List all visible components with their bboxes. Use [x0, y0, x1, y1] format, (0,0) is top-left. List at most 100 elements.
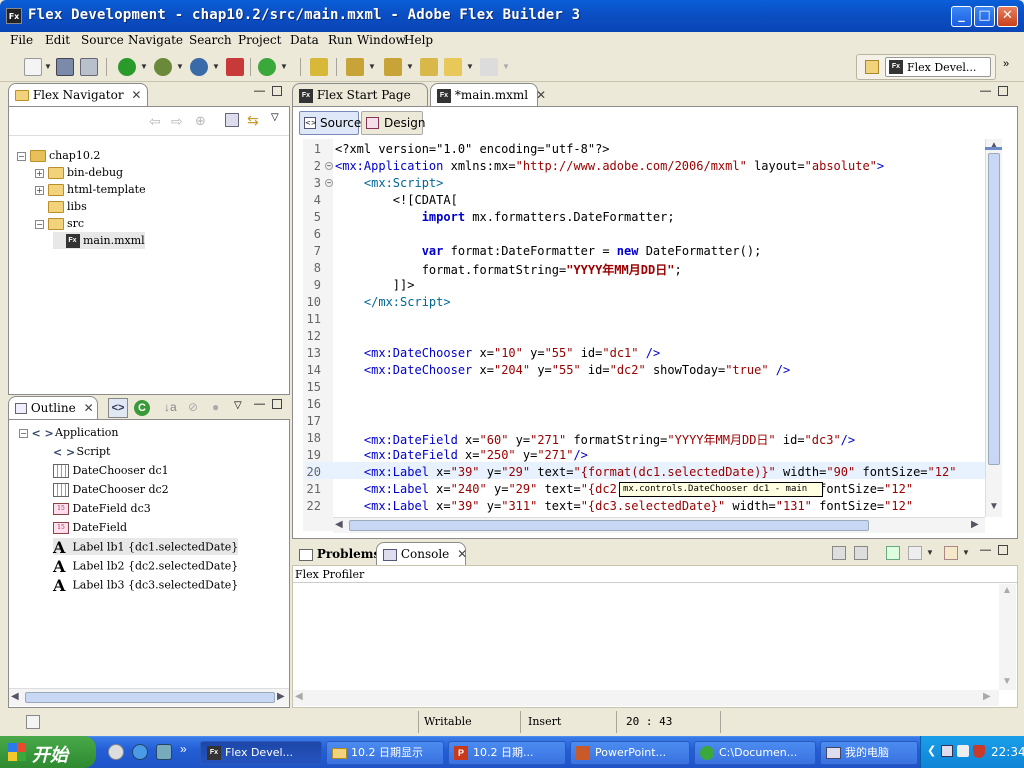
debug-icon[interactable] [154, 58, 172, 76]
scroll-right-icon[interactable]: ▶ [277, 691, 285, 702]
pin-console-icon[interactable] [886, 546, 900, 560]
scroll-left-icon[interactable]: ◀ [295, 691, 303, 702]
open-perspective-icon[interactable] [865, 60, 879, 74]
volume-icon[interactable] [957, 745, 969, 757]
close-icon[interactable]: ✕ [131, 88, 141, 102]
outline-item[interactable]: A Label lb2 {dc2.selectedDate} [53, 557, 238, 576]
new-icon[interactable] [24, 58, 42, 76]
scroll-left-icon[interactable]: ◀ [11, 691, 19, 702]
chevron-down-icon[interactable]: ▼ [176, 62, 184, 71]
sort-icon[interactable]: ↓a [164, 400, 177, 414]
scroll-down-icon[interactable]: ▼ [1002, 676, 1012, 687]
chevron-down-icon[interactable]: ▼ [926, 548, 934, 557]
perspective-flex-development[interactable]: Fx Flex Devel... [885, 57, 991, 77]
outline-item[interactable]: − < > Application [19, 424, 118, 441]
up-icon[interactable]: ⊕ [195, 113, 206, 129]
navigator-item[interactable]: + html-template [35, 181, 146, 198]
forward-arrow-icon[interactable]: ⇨ [171, 113, 183, 130]
scroll-thumb[interactable] [349, 520, 869, 531]
navigator-item[interactable]: − chap10.2 [17, 147, 100, 164]
minimize-view-icon[interactable]: — [254, 85, 265, 97]
tab-problems[interactable]: Problems [292, 542, 380, 565]
prev-annotation-icon[interactable] [384, 58, 402, 76]
menu-run[interactable]: Run [328, 33, 353, 47]
chevron-right-icon[interactable]: » [1003, 58, 1009, 70]
task-documents[interactable]: C:\Documen... [694, 741, 816, 765]
hide-static-icon[interactable]: ● [212, 400, 219, 414]
export-icon[interactable] [226, 58, 244, 76]
back-icon[interactable] [444, 58, 462, 76]
code-line[interactable]: <mx:DateChooser x="10" y="55" id="dc1" /… [335, 346, 660, 360]
outline-item[interactable]: A Label lb1 {dc1.selectedDate} [53, 538, 239, 557]
code-line[interactable]: <![CDATA[ [335, 193, 458, 207]
chevron-down-icon[interactable]: ▼ [212, 62, 220, 71]
chevron-down-icon[interactable]: ▼ [140, 62, 148, 71]
chevron-down-icon[interactable]: ▼ [406, 62, 414, 71]
menu-project[interactable]: Project [238, 33, 281, 47]
outline-item[interactable]: A Label lb3 {dc3.selectedDate} [53, 576, 238, 595]
minimize-button[interactable]: _ [951, 6, 972, 27]
tag-view-icon[interactable]: <> [108, 398, 128, 418]
task-powerpoint-doc[interactable]: P 10.2 日期... [448, 741, 566, 765]
code-line[interactable]: <mx:Application xmlns:mx="http://www.ado… [335, 159, 884, 173]
chevron-right-icon[interactable]: » [180, 742, 187, 756]
print-icon[interactable] [80, 58, 98, 76]
scroll-lock-icon[interactable] [854, 546, 868, 560]
close-icon[interactable]: ✕ [536, 88, 546, 102]
scroll-up-icon[interactable]: ▲ [1002, 585, 1012, 596]
menu-data[interactable]: Data [290, 33, 319, 47]
shield-icon[interactable] [973, 745, 985, 758]
tab-main-mxml[interactable]: Fx *main.mxml ✕ [430, 83, 546, 106]
menu-window[interactable]: Window [357, 33, 406, 47]
open-console-icon[interactable] [944, 546, 958, 560]
menu-navigate[interactable]: Navigate [128, 33, 183, 47]
code-line[interactable]: <mx:DateField x="250" y="271"/> [335, 448, 588, 462]
menu-source[interactable]: Source [81, 33, 124, 47]
refresh-icon[interactable]: C [134, 400, 150, 416]
outline-item[interactable]: 15 DateField dc3 [53, 500, 151, 517]
expand-toggle-icon[interactable]: − [19, 428, 28, 438]
expand-toggle-icon[interactable]: − [17, 151, 26, 161]
maximize-button[interactable]: □ [974, 6, 995, 27]
maximize-view-icon[interactable] [272, 86, 282, 96]
vertical-scrollbar[interactable]: ▲ ▼ [985, 139, 1002, 517]
desktop-icon[interactable] [156, 744, 172, 760]
fast-view-icon[interactable] [26, 715, 40, 729]
scroll-right-icon[interactable]: ▶ [971, 519, 979, 530]
fold-toggle-icon[interactable]: − [325, 179, 333, 187]
outline-item[interactable]: < > Script [53, 443, 110, 460]
outline-item[interactable]: DateChooser dc2 [53, 481, 169, 498]
close-icon[interactable]: ✕ [84, 401, 94, 415]
code-line[interactable]: <mx:DateField x="60" y="271" formatStrin… [335, 431, 855, 448]
code-line[interactable]: <mx:Script> [335, 176, 443, 190]
menu-file[interactable]: File [10, 33, 33, 47]
code-line[interactable]: <mx:Label x="39" y="29" text="{format(dc… [335, 465, 957, 479]
task-my-computer[interactable]: 我的电脑 [820, 741, 918, 765]
expand-toggle-icon[interactable]: + [35, 168, 44, 178]
collapse-all-icon[interactable] [225, 113, 239, 127]
scroll-right-icon[interactable]: ▶ [983, 691, 991, 702]
navigator-item[interactable]: − src [35, 215, 84, 232]
maximize-view-icon[interactable] [272, 399, 282, 409]
last-edit-icon[interactable] [420, 58, 438, 76]
view-menu-icon[interactable]: ▽ [271, 112, 279, 123]
outline-item[interactable]: DateChooser dc1 [53, 462, 169, 479]
chevron-down-icon[interactable]: ▼ [962, 548, 970, 557]
run-icon[interactable] [118, 58, 136, 76]
menu-search[interactable]: Search [189, 33, 232, 47]
display-console-icon[interactable] [908, 546, 922, 560]
pen-icon[interactable] [310, 58, 328, 76]
external-tools-icon[interactable] [258, 58, 276, 76]
task-flex-development[interactable]: Fx Flex Devel... [200, 741, 322, 765]
source-mode-button[interactable]: <> Source [299, 111, 361, 135]
hide-fields-icon[interactable]: ⊘ [188, 400, 198, 414]
tab-flex-navigator[interactable]: Flex Navigator ✕ [8, 83, 148, 106]
tab-outline[interactable]: Outline ✕ [8, 396, 98, 419]
minimize-view-icon[interactable]: — [980, 85, 991, 97]
ie-icon[interactable] [132, 744, 148, 760]
maximize-view-icon[interactable] [998, 545, 1008, 555]
navigator-item[interactable]: Fx main.mxml [53, 232, 145, 249]
scroll-thumb[interactable] [988, 153, 1000, 465]
next-annotation-icon[interactable] [346, 58, 364, 76]
code-line[interactable]: <?xml version="1.0" encoding="utf-8"?> [335, 142, 610, 156]
